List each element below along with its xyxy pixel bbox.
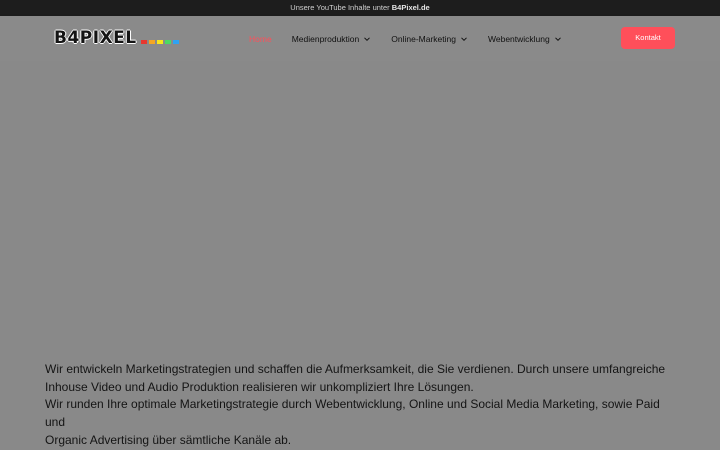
site-header: B4PIXEL Home Medienproduktion Online-Mar… [0,16,720,61]
nav-item-online-marketing[interactable]: Online-Marketing [391,34,468,44]
announcement-text: Unsere YouTube Inhalte unter [290,3,390,12]
logo-dot [164,40,171,44]
announcement-bar: Unsere YouTube Inhalte unter B4Pixel.de [0,0,720,16]
intro-text: Wir entwickeln Marketingstrategien und s… [45,361,675,450]
chevron-down-icon [364,36,371,41]
hero-section [0,61,720,346]
intro-line: Wir entwickeln Marketingstrategien und s… [45,362,666,376]
intro-line: Inhouse Video und Audio Produktion reali… [45,379,474,394]
intro-line: Organic Advertising über sämtliche Kanäl… [45,432,292,447]
nav-item-webentwicklung[interactable]: Webentwicklung [488,34,562,44]
nav-item-label: Home [249,33,272,44]
nav-item-label: Online-Marketing [391,33,456,44]
site-logo[interactable]: B4PIXEL [54,29,179,47]
logo-dot [140,40,147,44]
logo-text: B4PIXEL [54,28,137,48]
announcement-link[interactable]: B4Pixel.de [392,3,430,12]
logo-dot [156,40,163,44]
logo-dot [172,40,179,44]
nav-item-home[interactable]: Home [249,34,272,44]
main-navigation: Home Medienproduktion Online-Marketing W… [249,16,582,61]
intro-line: Wir runden Ihre optimale Marketingstrate… [45,397,660,430]
nav-item-label: Medienproduktion [291,33,360,44]
nav-item-label: Webentwicklung [488,33,550,44]
nav-item-medienproduktion[interactable]: Medienproduktion [292,34,372,44]
chevron-down-icon [461,36,467,41]
logo-dot [148,40,155,44]
contact-button[interactable]: Kontakt [621,27,675,49]
chevron-down-icon [554,36,561,41]
logo-color-dots [140,40,179,44]
